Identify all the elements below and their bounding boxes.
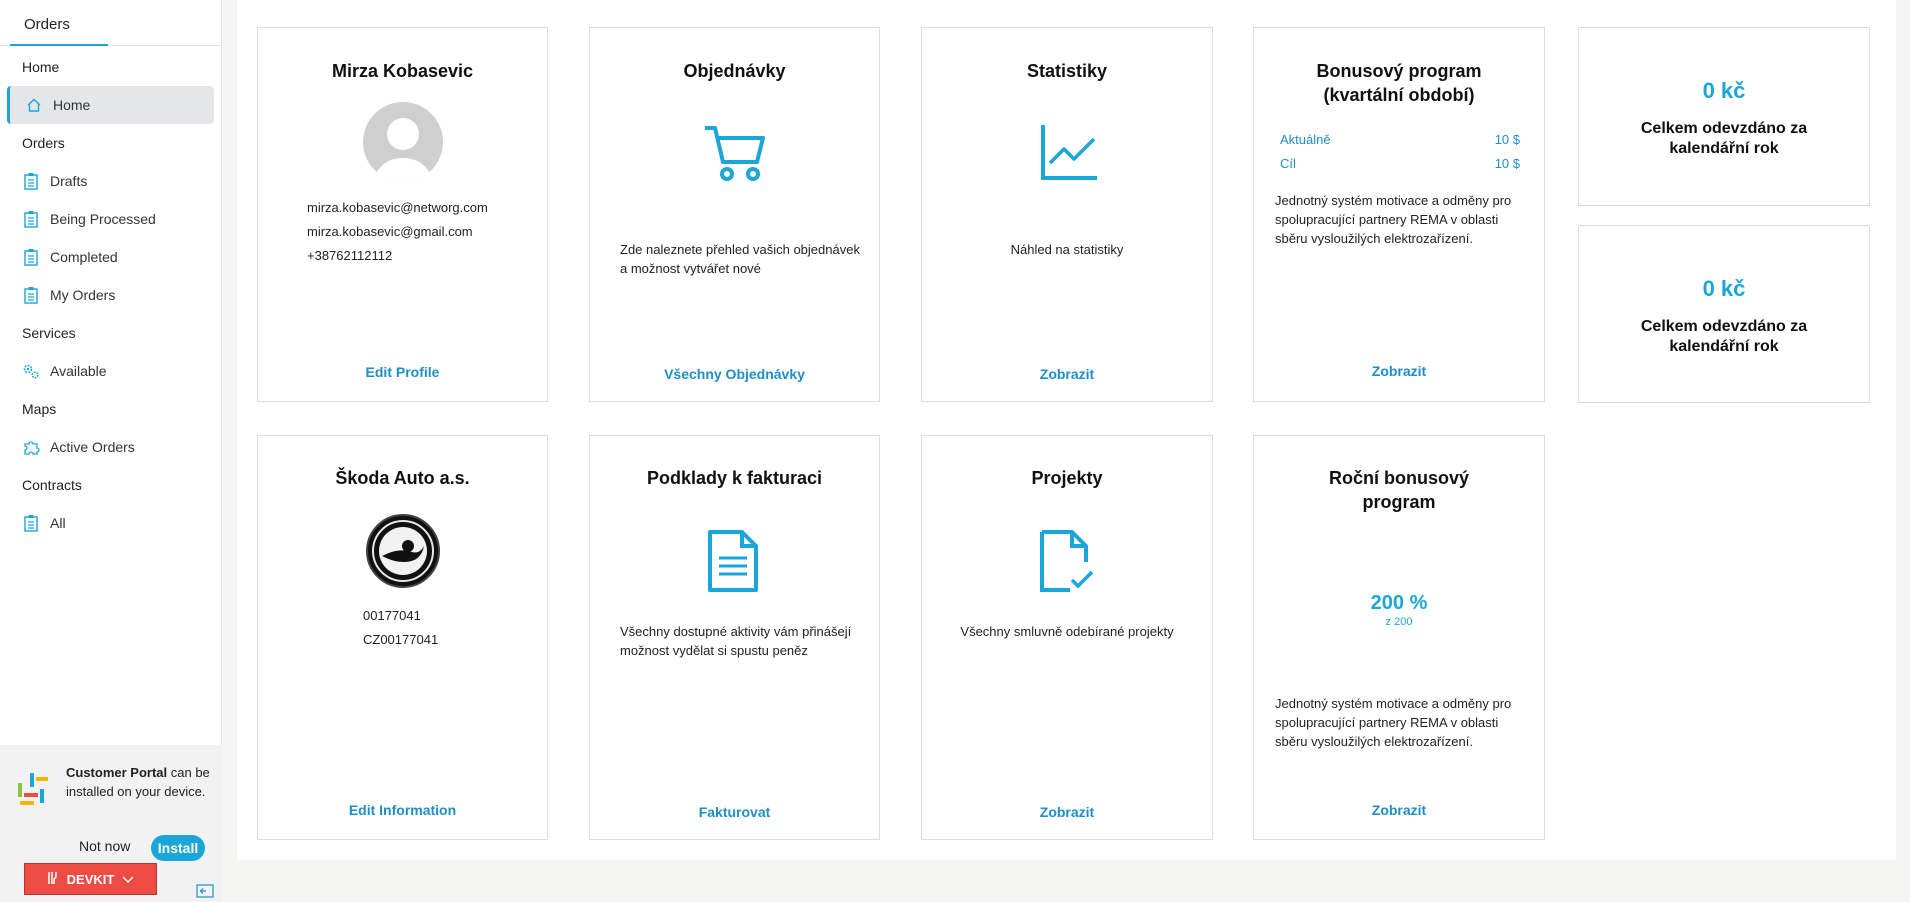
home-icon	[25, 96, 43, 114]
sidebar-item-home[interactable]: Home	[7, 86, 214, 124]
company-vat-id: CZ00177041	[363, 632, 439, 647]
company-card: Škoda Auto a.s. 00177041 CZ00177041 Edit…	[257, 435, 548, 840]
sidebar-item-label: All	[50, 515, 66, 531]
document-icon	[708, 530, 758, 597]
total-year-card-1: 0 kč Celkem odevzdáno za kalendářní rok	[1578, 27, 1870, 206]
tab-orders[interactable]: Orders	[0, 0, 221, 46]
not-now-button[interactable]: Not now	[79, 838, 130, 854]
sidebar-item-drafts[interactable]: Drafts	[0, 162, 221, 200]
annual-bonus-title: Roční bonusový program	[1328, 468, 1469, 512]
orders-description: Zde naleznete přehled vašich objednávek …	[620, 242, 860, 276]
install-app-name: Customer Portal	[66, 765, 168, 780]
sidebar-item-being-processed[interactable]: Being Processed	[0, 200, 221, 238]
projects-card: Projekty Všechny smluvně odebírané proje…	[921, 435, 1213, 840]
line-chart-icon	[1040, 123, 1098, 186]
edit-profile-link[interactable]: Edit Profile	[258, 364, 547, 380]
section-home: Home	[22, 59, 60, 75]
projects-description: Všechny smluvně odebírané projekty	[960, 624, 1174, 639]
annual-bonus-description: Jednotný systém motivace a odměny pro sp…	[1275, 696, 1512, 749]
sidebar-item-label: Completed	[50, 249, 118, 265]
bonus-program-card: Bonusový program (kvartální období) Aktu…	[1253, 27, 1545, 402]
sidebar-item-label: Active Orders	[50, 439, 135, 455]
puzzle-icon	[22, 438, 40, 456]
total-value-1: 0 kč	[1702, 78, 1746, 103]
install-message: Customer Portal can be installed on your…	[66, 763, 211, 801]
statistics-title: Statistiky	[1026, 61, 1108, 81]
sidebar-item-my-orders[interactable]: My Orders	[0, 276, 221, 314]
profile-name: Mirza Kobasevic	[331, 61, 474, 81]
sidebar-item-active-orders[interactable]: Active Orders	[0, 428, 221, 466]
annual-bonus-target: z 200	[1385, 616, 1413, 628]
install-button[interactable]: Install	[151, 835, 205, 861]
section-contracts: Contracts	[22, 477, 82, 493]
bonus-current-value: 10 $	[1494, 132, 1520, 147]
bonus-target-label: Cíl	[1280, 156, 1296, 171]
profile-phone: +38762112112	[307, 248, 393, 263]
collapse-sidebar-icon[interactable]	[196, 884, 214, 898]
statistics-show-link[interactable]: Zobrazit	[922, 366, 1212, 382]
devkit-label: DEVKIT	[66, 871, 115, 887]
devkit-button[interactable]: DEVKIT	[24, 863, 157, 895]
sidebar-item-completed[interactable]: Completed	[0, 238, 221, 276]
clipboard-icon	[22, 286, 40, 304]
sidebar-item-label: Being Processed	[50, 211, 156, 227]
profile-email-personal: mirza.kobasevic@gmail.com	[307, 224, 473, 239]
projects-title: Projekty	[1031, 468, 1103, 488]
bonus-title: Bonusový program (kvartální období)	[1316, 61, 1482, 105]
clipboard-icon	[22, 210, 40, 228]
annual-bonus-percent: 200 %	[1370, 592, 1428, 614]
clipboard-icon	[22, 514, 40, 532]
bonus-show-link[interactable]: Zobrazit	[1254, 363, 1544, 379]
all-orders-link[interactable]: Všechny Objednávky	[590, 366, 879, 382]
orders-card: Objednávky Zde naleznete přehled vašich …	[589, 27, 880, 402]
tools-icon	[47, 871, 59, 888]
statistics-card: Statistiky Náhled na statistiky Zobrazit	[921, 27, 1213, 402]
section-orders: Orders	[22, 135, 65, 151]
projects-show-link[interactable]: Zobrazit	[922, 804, 1212, 820]
avatar	[363, 102, 443, 182]
sidebar-item-available[interactable]: Available	[0, 352, 221, 390]
bonus-current-label: Aktuálně	[1280, 132, 1331, 147]
invoices-title: Podklady k fakturaci	[646, 468, 823, 488]
app-logo-icon	[16, 771, 50, 807]
section-services: Services	[22, 325, 76, 341]
total-year-card-2: 0 kč Celkem odevzdáno za kalendářní rok	[1578, 225, 1870, 403]
clipboard-icon	[22, 172, 40, 190]
chevron-down-icon	[122, 872, 134, 887]
orders-title: Objednávky	[683, 61, 786, 81]
profile-card: Mirza Kobasevic mirza.kobasevic@networg.…	[257, 27, 548, 402]
sidebar-item-all[interactable]: All	[0, 504, 221, 542]
clipboard-icon	[22, 248, 40, 266]
invoice-link[interactable]: Fakturovat	[590, 804, 879, 820]
sidebar: Orders Home Home Orders Drafts Being Pro…	[0, 0, 222, 902]
sidebar-item-label: Home	[53, 97, 91, 113]
sidebar-item-label: Available	[50, 363, 107, 379]
invoices-description: Všechny dostupné aktivity vám přinášejí …	[620, 624, 852, 658]
profile-email-work: mirza.kobasevic@networg.com	[307, 200, 488, 215]
bonus-target-value: 10 $	[1494, 156, 1520, 171]
sidebar-item-label: My Orders	[50, 287, 116, 303]
sidebar-item-label: Drafts	[50, 173, 88, 189]
bonus-description: Jednotný systém motivace a odměny pro sp…	[1275, 193, 1512, 246]
section-maps: Maps	[22, 401, 57, 417]
annual-bonus-card: Roční bonusový program 200 % z 200 Jedno…	[1253, 435, 1545, 840]
edit-information-link[interactable]: Edit Information	[258, 802, 547, 818]
statistics-description: Náhled na statistiky	[1010, 242, 1124, 257]
company-id: 00177041	[363, 608, 421, 623]
invoices-card: Podklady k fakturaci Všechny dostupné ak…	[589, 435, 880, 840]
annual-bonus-show-link[interactable]: Zobrazit	[1254, 802, 1544, 818]
total-value-2: 0 kč	[1702, 276, 1746, 301]
tab-orders-label: Orders	[24, 16, 70, 33]
company-name: Škoda Auto a.s.	[335, 468, 470, 488]
total-label-1: Celkem odevzdáno za kalendářní rok	[1640, 120, 1808, 157]
total-label-2: Celkem odevzdáno za kalendářní rok	[1640, 318, 1808, 355]
document-check-icon	[1040, 530, 1096, 597]
cart-icon	[703, 124, 767, 187]
gears-icon	[22, 362, 40, 380]
company-logo	[366, 514, 440, 588]
dashboard: Mirza Kobasevic mirza.kobasevic@networg.…	[237, 0, 1896, 860]
